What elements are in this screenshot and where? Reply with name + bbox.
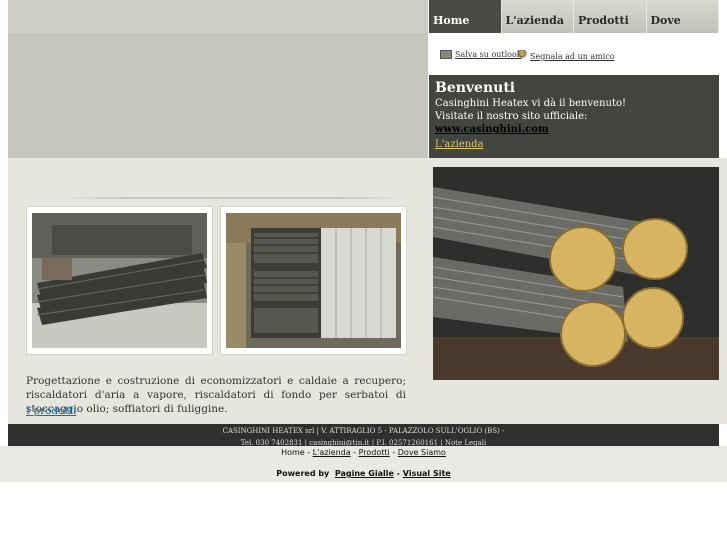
welcome-panel: Benvenuti Casinghini Heatex vi dà il ben… [429,75,719,158]
footer-nav-separator: - [304,448,313,457]
footer-nav: Home - L'azienda - Prodotti - Dove Siamo [0,448,727,457]
powered-by: Powered by Pagine Gialle - Visual Site [0,469,727,478]
nav-prodotti[interactable]: Prodotti [574,0,647,33]
welcome-text: Casinghini Heatex vi dà il benvenuto! [435,98,627,109]
welcome-azienda-link[interactable]: L'azienda [435,139,484,150]
nav-home[interactable]: Home [429,0,502,33]
footer-nav-separator: - [350,448,359,457]
main-nav: Home L'azienda Prodotti Dove Siamo [429,0,719,69]
tools-bar: Salva su outlook Segnala ad un amico [429,33,719,75]
pagine-gialle-link[interactable]: Pagine Gialle [335,469,394,478]
header-banner-image [8,33,428,158]
save-outlook-label: Salva su outlook [455,50,522,59]
official-site-link[interactable]: www.casinghini.com [435,124,549,135]
footer-nav-home[interactable]: Home [281,448,305,457]
visual-site-link[interactable]: Visual Site [403,469,451,478]
save-outlook-link[interactable]: Salva su outlook [440,50,522,59]
footer-contact-bar: CASINGHINI HEATEX srl | V. ATTIRAGLIO 5 … [8,424,719,447]
powered-by-label: Powered by [276,469,330,478]
welcome-title: Benvenuti [435,80,516,96]
header-banner-top [8,0,428,33]
footer-nav-azienda[interactable]: L'azienda [313,448,351,457]
person-icon [517,50,527,61]
products-link[interactable]: I prodotti [26,405,76,417]
envelope-icon [440,50,452,59]
divider [60,197,405,199]
powered-separator: - [393,469,403,478]
featured-photo-finned-cylinders [433,167,719,380]
footer-nav-prodotti[interactable]: Prodotti [359,448,390,457]
footer-nav-separator: - [389,448,398,457]
tell-friend-label: Segnala ad un amico [530,52,615,61]
nav-azienda[interactable]: L'azienda [501,0,574,33]
product-photo-heat-exchanger [220,206,407,355]
company-description: Progettazione e costruzione di economizz… [26,375,406,415]
footer-address: CASINGHINI HEATEX srl | V. ATTIRAGLIO 5 … [222,427,505,435]
nav-dove-siamo[interactable]: Dove Siamo [646,0,719,69]
welcome-site-text: Visitate il nostro sito ufficiale: [435,111,588,122]
tell-friend-link[interactable]: Segnala ad un amico [517,50,615,61]
footer-nav-dove-siamo[interactable]: Dove Siamo [398,448,446,457]
product-photo-finned-tubes [26,206,213,355]
